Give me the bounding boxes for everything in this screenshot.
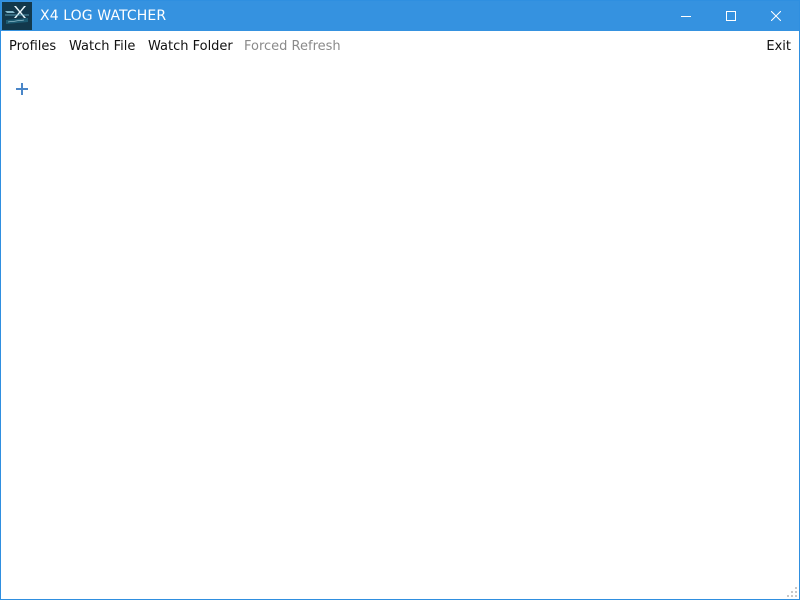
add-tab-button[interactable]: [13, 80, 31, 98]
title-bar[interactable]: X4 LOG WATCHER: [1, 1, 799, 31]
close-button[interactable]: [753, 1, 799, 31]
menu-exit[interactable]: Exit: [766, 39, 791, 55]
maximize-icon: [726, 11, 736, 21]
window-title: X4 LOG WATCHER: [40, 8, 167, 24]
plus-icon: [13, 80, 31, 98]
maximize-button[interactable]: [708, 1, 754, 31]
resize-grip[interactable]: [786, 586, 798, 598]
menu-watch-file[interactable]: Watch File: [69, 39, 135, 55]
menu-profiles[interactable]: Profiles: [9, 39, 56, 55]
menu-watch-folder[interactable]: Watch Folder: [148, 39, 233, 55]
menu-bar: Profiles Watch File Watch Folder Forced …: [1, 31, 799, 63]
content-area: [1, 63, 799, 599]
minimize-button[interactable]: [663, 1, 709, 31]
app-window: X4 LOG WATCHER Profiles Watch File Watch…: [0, 0, 800, 600]
x4-logo-icon: [2, 2, 32, 30]
minimize-icon: [681, 11, 691, 21]
menu-forced-refresh: Forced Refresh: [244, 39, 341, 54]
close-icon: [771, 11, 781, 21]
